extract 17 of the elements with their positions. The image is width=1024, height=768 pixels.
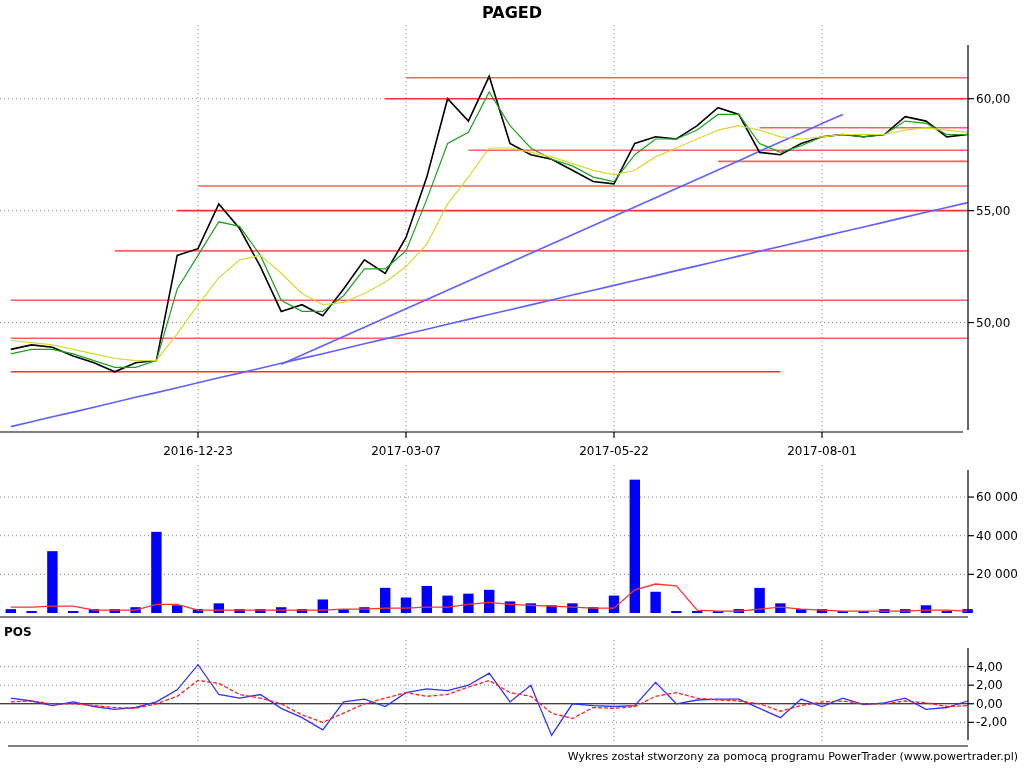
date-label: 2016-12-23 — [163, 444, 233, 458]
indicator-label: -2,00 — [976, 715, 1008, 730]
volume-label: 40 000 — [976, 528, 1018, 543]
indicator-label: 0,00 — [976, 696, 1003, 711]
indicator-title: POS — [3, 624, 32, 640]
volume-label: 60 000 — [976, 490, 1018, 505]
indicator-label: 4,00 — [976, 659, 1003, 674]
price-label: 50,00 — [976, 315, 1011, 330]
date-label: 2017-08-01 — [787, 444, 857, 458]
price-label: 55,00 — [976, 203, 1011, 218]
volume-label: 20 000 — [976, 567, 1018, 582]
indicator-label: 2,00 — [976, 678, 1003, 693]
date-label: 2017-05-22 — [579, 444, 649, 458]
footer-credit: Wykres został stworzony za pomocą programu PowerTrader (www.powertrader.pl) — [567, 750, 1018, 764]
price-label: 60,00 — [976, 91, 1011, 106]
date-label: 2017-03-07 — [371, 444, 441, 458]
chart-title: PAGED — [481, 2, 543, 24]
